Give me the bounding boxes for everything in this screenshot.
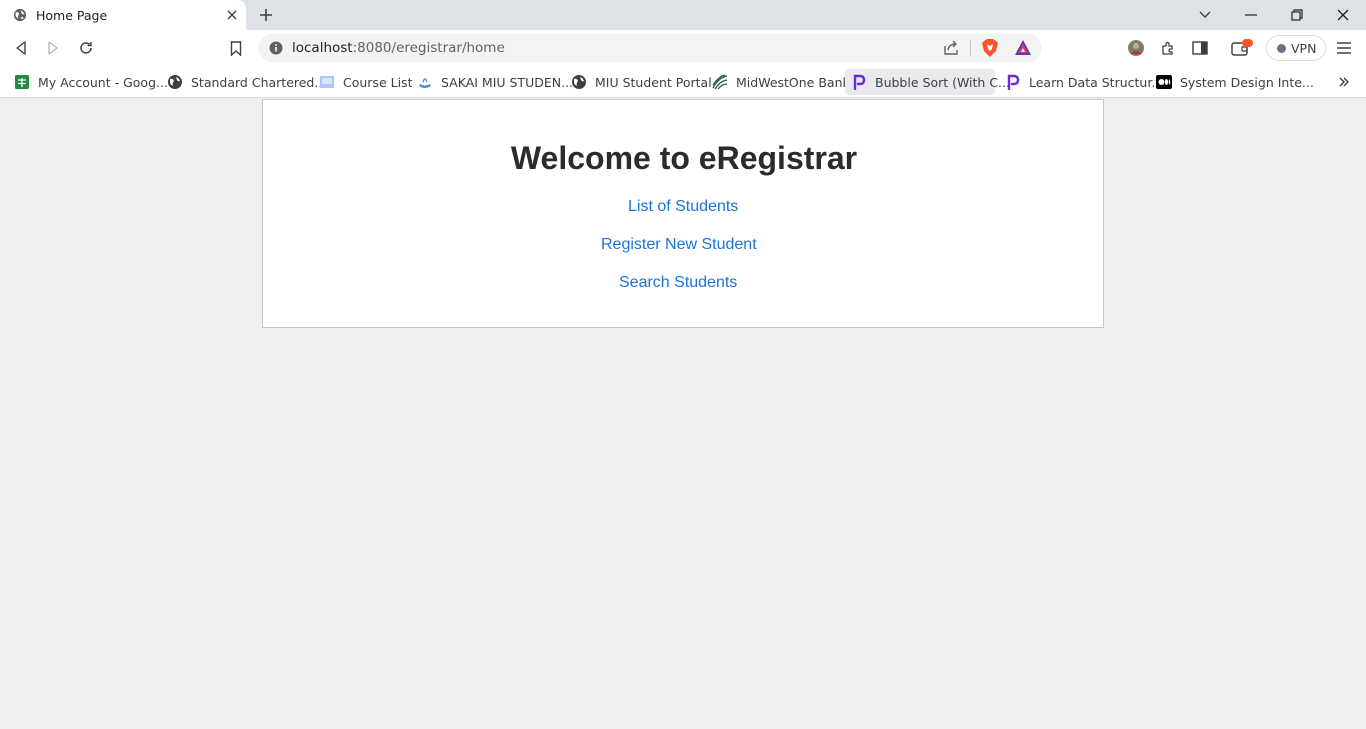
bookmark-label: MIU Student Portal xyxy=(595,74,712,90)
bookmark-midwestone[interactable]: MidWestOne Bank xyxy=(706,69,856,95)
tab-home-page[interactable]: Home Page xyxy=(0,0,246,30)
page-icon xyxy=(319,74,335,90)
globe-icon xyxy=(571,74,587,90)
page-title: Welcome to eRegistrar xyxy=(510,140,858,176)
bookmark-label: Bubble Sort (With C... xyxy=(875,74,1010,90)
home-card: Welcome to eRegistrar List of Students R… xyxy=(262,99,1104,328)
globe-icon xyxy=(167,74,183,90)
list-students-link[interactable]: List of Students xyxy=(628,198,738,216)
bookmark-label: Standard Chartered... xyxy=(191,74,327,90)
tab-title: Home Page xyxy=(36,8,108,23)
close-tab-icon[interactable] xyxy=(224,7,240,23)
google-sheets-icon xyxy=(14,74,30,90)
bookmark-standard-chartered[interactable]: Standard Chartered... xyxy=(161,69,332,95)
tab-strip: Home Page xyxy=(0,0,1366,30)
minimize-icon[interactable] xyxy=(1241,5,1261,25)
more-bookmarks-icon[interactable] xyxy=(1334,72,1354,92)
bookmark-label: System Design Inte... xyxy=(1180,74,1314,90)
brave-rewards-icon[interactable] xyxy=(1014,39,1032,57)
bookmark-label: SAKAI MIU STUDEN... xyxy=(441,74,574,90)
forward-icon[interactable] xyxy=(43,38,63,58)
bookmark-bubble-sort[interactable]: Bubble Sort (With C... xyxy=(845,69,1010,95)
back-icon[interactable] xyxy=(11,38,31,58)
omnibox-divider xyxy=(970,40,971,56)
bookmark-label: My Account - Goog... xyxy=(38,74,168,90)
share-icon[interactable] xyxy=(942,39,960,57)
new-tab-icon[interactable] xyxy=(256,5,276,25)
reload-icon[interactable] xyxy=(76,38,96,58)
search-students-link[interactable]: Search Students xyxy=(619,274,737,292)
restore-icon[interactable] xyxy=(1287,5,1307,25)
extensions-icon[interactable] xyxy=(1158,38,1178,58)
sidebar-icon[interactable] xyxy=(1190,38,1210,58)
sakai-icon xyxy=(417,74,433,90)
address-bar[interactable]: localhost:8080/eregistrar/home xyxy=(258,34,1042,62)
bookmark-my-account[interactable]: My Account - Goog... xyxy=(8,69,174,95)
bookmark-icon[interactable] xyxy=(226,38,246,58)
bookmark-system-design[interactable]: System Design Inte... xyxy=(1150,69,1320,95)
close-window-icon[interactable] xyxy=(1333,5,1353,25)
url-host: localhost xyxy=(292,40,353,56)
menu-icon[interactable] xyxy=(1334,38,1354,58)
medium-icon xyxy=(1156,74,1172,90)
profile-avatar-icon[interactable] xyxy=(1126,38,1146,58)
bookmark-course-list[interactable]: Course List xyxy=(313,69,418,95)
globe-icon xyxy=(13,8,27,22)
register-student-link[interactable]: Register New Student xyxy=(601,236,757,254)
vpn-button[interactable]: VPN xyxy=(1266,35,1326,61)
site-info-icon[interactable] xyxy=(269,41,283,55)
bookmark-label: Course List xyxy=(343,74,413,90)
brave-shields-icon[interactable] xyxy=(981,38,999,58)
bookmark-label: Learn Data Structur... xyxy=(1029,74,1164,90)
bookmark-sakai[interactable]: SAKAI MIU STUDEN... xyxy=(411,69,579,95)
vpn-status-icon xyxy=(1277,43,1286,53)
vpn-label: VPN xyxy=(1291,40,1317,56)
wallet-icon[interactable] xyxy=(1230,38,1256,58)
p-logo-icon xyxy=(851,74,867,90)
bookmark-label: MidWestOne Bank xyxy=(736,74,850,90)
bookmark-learn-data-structures[interactable]: Learn Data Structur... xyxy=(999,69,1169,95)
tab-search-chevron-icon[interactable] xyxy=(1195,5,1215,25)
bookmarks-bar: My Account - Goog... Standard Chartered.… xyxy=(0,66,1366,98)
bank-icon xyxy=(712,74,728,90)
url-text: localhost:8080/eregistrar/home xyxy=(292,40,505,56)
p-logo-icon xyxy=(1005,74,1021,90)
bookmark-miu-portal[interactable]: MIU Student Portal xyxy=(565,69,718,95)
url-path: :8080/eregistrar/home xyxy=(352,40,505,56)
